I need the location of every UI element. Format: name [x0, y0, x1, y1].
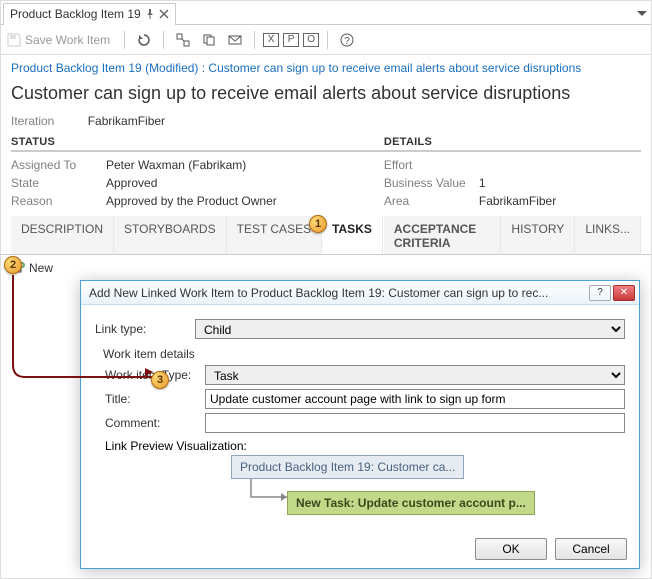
tab-links[interactable]: LINKS...: [575, 216, 641, 255]
iteration-label: Iteration: [11, 114, 54, 128]
title-label: Title:: [105, 392, 205, 406]
tab-storyboards[interactable]: STORYBOARDS: [114, 216, 227, 255]
preview-child: New Task: Update customer account p...: [287, 491, 535, 515]
tab-title: Product Backlog Item 19: [10, 7, 141, 21]
save-button[interactable]: Save Work Item: [7, 33, 116, 47]
page-title: Customer can sign up to receive email al…: [1, 79, 651, 114]
dialog-close-button[interactable]: ✕: [613, 285, 635, 301]
boxed-o-icon[interactable]: O: [303, 33, 319, 47]
link-preview: Product Backlog Item 19: Customer ca... …: [195, 455, 625, 525]
separator: [254, 31, 255, 49]
bvalue-label: Business Value: [384, 176, 479, 190]
toolbar: Save Work Item X P O ?: [1, 25, 651, 55]
tab-description[interactable]: DESCRIPTION: [11, 216, 114, 255]
add-linked-item-dialog: Add New Linked Work Item to Product Back…: [80, 280, 640, 569]
assigned-to-value[interactable]: Peter Waxman (Fabrikam): [106, 158, 246, 172]
group-label: Work item details: [103, 347, 625, 361]
callout-2: 2: [4, 256, 22, 274]
details-heading: DETAILS: [384, 136, 641, 152]
tab-tasks[interactable]: TASKS: [322, 216, 383, 255]
reason-label: Reason: [11, 194, 106, 208]
callout-1: 1: [309, 215, 327, 233]
link-work-item-icon[interactable]: [172, 29, 194, 51]
copy-icon[interactable]: [198, 29, 220, 51]
save-label: Save Work Item: [25, 33, 110, 47]
new-label: New: [29, 261, 53, 275]
link-type-select[interactable]: Child: [195, 319, 625, 339]
pin-icon[interactable]: [145, 9, 155, 19]
work-item-type-select[interactable]: Task: [205, 365, 625, 385]
link-type-label: Link type:: [95, 322, 195, 336]
cancel-button[interactable]: Cancel: [555, 538, 627, 560]
state-value[interactable]: Approved: [106, 176, 157, 190]
dialog-title: Add New Linked Work Item to Product Back…: [89, 286, 548, 300]
email-icon[interactable]: [224, 29, 246, 51]
chevron-down-icon[interactable]: [637, 4, 647, 22]
callout-3: 3: [151, 371, 169, 389]
reason-value[interactable]: Approved by the Product Owner: [106, 194, 277, 208]
preview-label: Link Preview Visualization:: [105, 439, 625, 453]
state-label: State: [11, 176, 106, 190]
dialog-help-button[interactable]: ?: [589, 285, 611, 301]
separator: [327, 31, 328, 49]
iteration-value[interactable]: FabrikamFiber: [88, 114, 165, 128]
iteration-row: Iteration FabrikamFiber: [1, 114, 651, 136]
boxed-x-icon[interactable]: X: [263, 33, 279, 47]
new-linked-item-button[interactable]: New: [11, 261, 641, 275]
bvalue-value[interactable]: 1: [479, 176, 486, 190]
document-tab[interactable]: Product Backlog Item 19: [3, 3, 176, 25]
comment-input[interactable]: [205, 413, 625, 433]
assigned-to-label: Assigned To: [11, 158, 106, 172]
preview-parent: Product Backlog Item 19: Customer ca...: [231, 455, 464, 479]
effort-label: Effort: [384, 158, 479, 172]
ok-button[interactable]: OK: [475, 538, 547, 560]
separator: [124, 31, 125, 49]
tab-test-cases[interactable]: TEST CASES: [227, 216, 322, 255]
refresh-icon[interactable]: [133, 29, 155, 51]
boxed-p-icon[interactable]: P: [283, 33, 299, 47]
area-label: Area: [384, 194, 479, 208]
status-heading: STATUS: [11, 136, 384, 152]
tab-history[interactable]: HISTORY: [501, 216, 575, 255]
breadcrumb[interactable]: Product Backlog Item 19 (Modified) : Cus…: [1, 55, 651, 79]
comment-label: Comment:: [105, 416, 205, 430]
close-icon[interactable]: [159, 9, 169, 19]
tab-acceptance[interactable]: ACCEPTANCE CRITERIA: [384, 216, 502, 255]
title-input[interactable]: [205, 389, 625, 409]
area-value[interactable]: FabrikamFiber: [479, 194, 556, 208]
separator: [163, 31, 164, 49]
svg-text:?: ?: [344, 36, 350, 47]
help-icon[interactable]: ?: [336, 29, 358, 51]
